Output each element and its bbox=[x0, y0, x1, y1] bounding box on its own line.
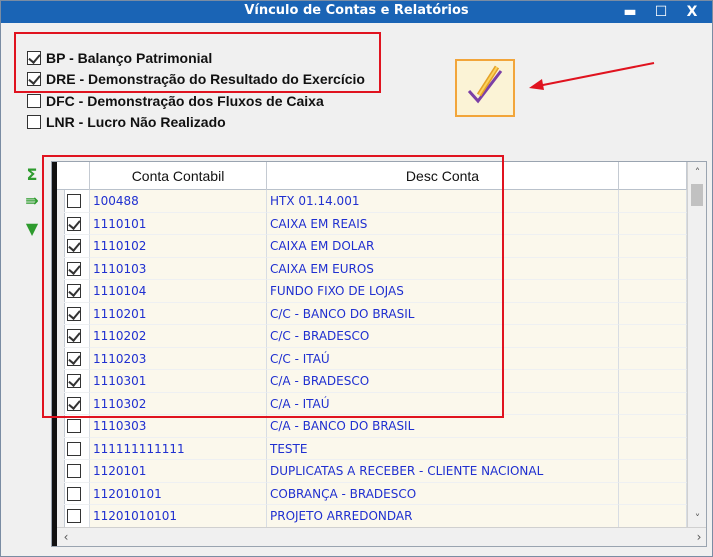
row-checkbox[interactable] bbox=[67, 419, 81, 433]
desc-conta-cell[interactable]: PROJETO ARREDONDAR bbox=[267, 505, 619, 528]
desc-conta-cell[interactable]: DUPLICATAS A RECEBER - CLIENTE NACIONAL bbox=[267, 460, 619, 483]
extra-cell bbox=[619, 460, 687, 483]
row-checkbox[interactable] bbox=[67, 486, 81, 501]
filter-icon[interactable]: ▼ bbox=[23, 220, 41, 238]
extra-cell bbox=[619, 257, 687, 280]
option-label: DFC - Demonstração dos Fluxos de Caixa bbox=[46, 93, 324, 109]
row-check-cell[interactable] bbox=[57, 415, 90, 438]
minimize-button[interactable]: ▬ bbox=[617, 2, 643, 22]
option-lnr[interactable]: LNR - Lucro Não Realizado bbox=[27, 113, 226, 131]
export-icon[interactable]: ⇛ bbox=[23, 192, 41, 210]
table-row[interactable]: 1120101 DUPLICATAS A RECEBER - CLIENTE NA… bbox=[57, 460, 687, 483]
scroll-left-icon[interactable]: ‹ bbox=[57, 528, 75, 546]
extra-cell bbox=[619, 190, 687, 213]
row-marker bbox=[57, 482, 65, 505]
vertical-scrollbar[interactable]: ˄ ˅ bbox=[687, 162, 706, 528]
row-marker bbox=[57, 437, 65, 460]
conta-contabil-cell[interactable]: 1110303 bbox=[90, 415, 267, 438]
maximize-button[interactable]: ☐ bbox=[648, 2, 674, 22]
extra-cell bbox=[619, 437, 687, 460]
extra-cell bbox=[619, 370, 687, 393]
extra-cell bbox=[619, 415, 687, 438]
conta-contabil-cell[interactable]: 111111111111 bbox=[90, 437, 267, 460]
extra-cell bbox=[619, 212, 687, 235]
option-label: LNR - Lucro Não Realizado bbox=[46, 114, 226, 130]
row-check-cell[interactable] bbox=[57, 505, 90, 528]
row-check-cell[interactable] bbox=[57, 460, 90, 483]
extra-cell bbox=[619, 392, 687, 415]
scroll-down-icon[interactable]: ˅ bbox=[688, 510, 706, 528]
options-highlight-box bbox=[14, 32, 381, 93]
extra-cell bbox=[619, 235, 687, 258]
header-extra-column bbox=[619, 162, 687, 190]
title-bar: Vínculo de Contas e Relatórios ▬ ☐ X bbox=[1, 1, 712, 23]
conta-contabil-cell[interactable]: 11201010101 bbox=[90, 505, 267, 528]
scroll-thumb[interactable] bbox=[691, 184, 703, 206]
row-marker bbox=[57, 505, 65, 527]
row-marker bbox=[57, 415, 65, 437]
conta-contabil-cell[interactable]: 1120101 bbox=[90, 460, 267, 483]
conta-contabil-cell[interactable]: 112010101 bbox=[90, 482, 267, 505]
row-marker bbox=[57, 460, 65, 482]
table-row[interactable]: 112010101 COBRANÇA - BRADESCO bbox=[57, 482, 687, 505]
extra-cell bbox=[619, 505, 687, 528]
confirm-button[interactable] bbox=[455, 59, 515, 117]
annotation-arrow bbox=[529, 62, 655, 90]
desc-conta-cell[interactable]: C/A - BANCO DO BRASIL bbox=[267, 415, 619, 438]
table-row[interactable]: 1110303 C/A - BANCO DO BRASIL bbox=[57, 415, 687, 438]
extra-cell bbox=[619, 302, 687, 325]
row-checkbox[interactable] bbox=[67, 441, 81, 456]
row-checkbox[interactable] bbox=[67, 464, 81, 478]
desc-conta-cell[interactable]: TESTE bbox=[267, 437, 619, 460]
scroll-up-icon[interactable]: ˄ bbox=[688, 164, 706, 182]
table-row[interactable]: 111111111111 TESTE bbox=[57, 437, 687, 460]
window-title: Vínculo de Contas e Relatórios bbox=[244, 3, 469, 18]
desc-conta-cell[interactable]: COBRANÇA - BRADESCO bbox=[267, 482, 619, 505]
option-checkbox[interactable] bbox=[27, 94, 41, 108]
row-check-cell[interactable] bbox=[57, 482, 90, 505]
option-dfc[interactable]: DFC - Demonstração dos Fluxos de Caixa bbox=[27, 92, 324, 110]
sigma-icon[interactable]: Σ bbox=[23, 166, 41, 184]
row-checkbox[interactable] bbox=[67, 509, 81, 523]
scroll-right-icon[interactable]: › bbox=[690, 528, 706, 546]
option-checkbox[interactable] bbox=[27, 115, 41, 129]
horizontal-scrollbar[interactable]: ‹ › bbox=[57, 527, 706, 546]
close-button[interactable]: X bbox=[679, 2, 705, 22]
dialog-window: Vínculo de Contas e Relatórios ▬ ☐ X BP … bbox=[0, 0, 713, 557]
extra-cell bbox=[619, 325, 687, 348]
grid-highlight-box bbox=[42, 155, 504, 418]
table-row[interactable]: 11201010101 PROJETO ARREDONDAR bbox=[57, 505, 687, 528]
extra-cell bbox=[619, 482, 687, 505]
checkmark-icon bbox=[467, 65, 503, 104]
extra-cell bbox=[619, 347, 687, 370]
extra-cell bbox=[619, 280, 687, 303]
row-check-cell[interactable] bbox=[57, 437, 90, 460]
